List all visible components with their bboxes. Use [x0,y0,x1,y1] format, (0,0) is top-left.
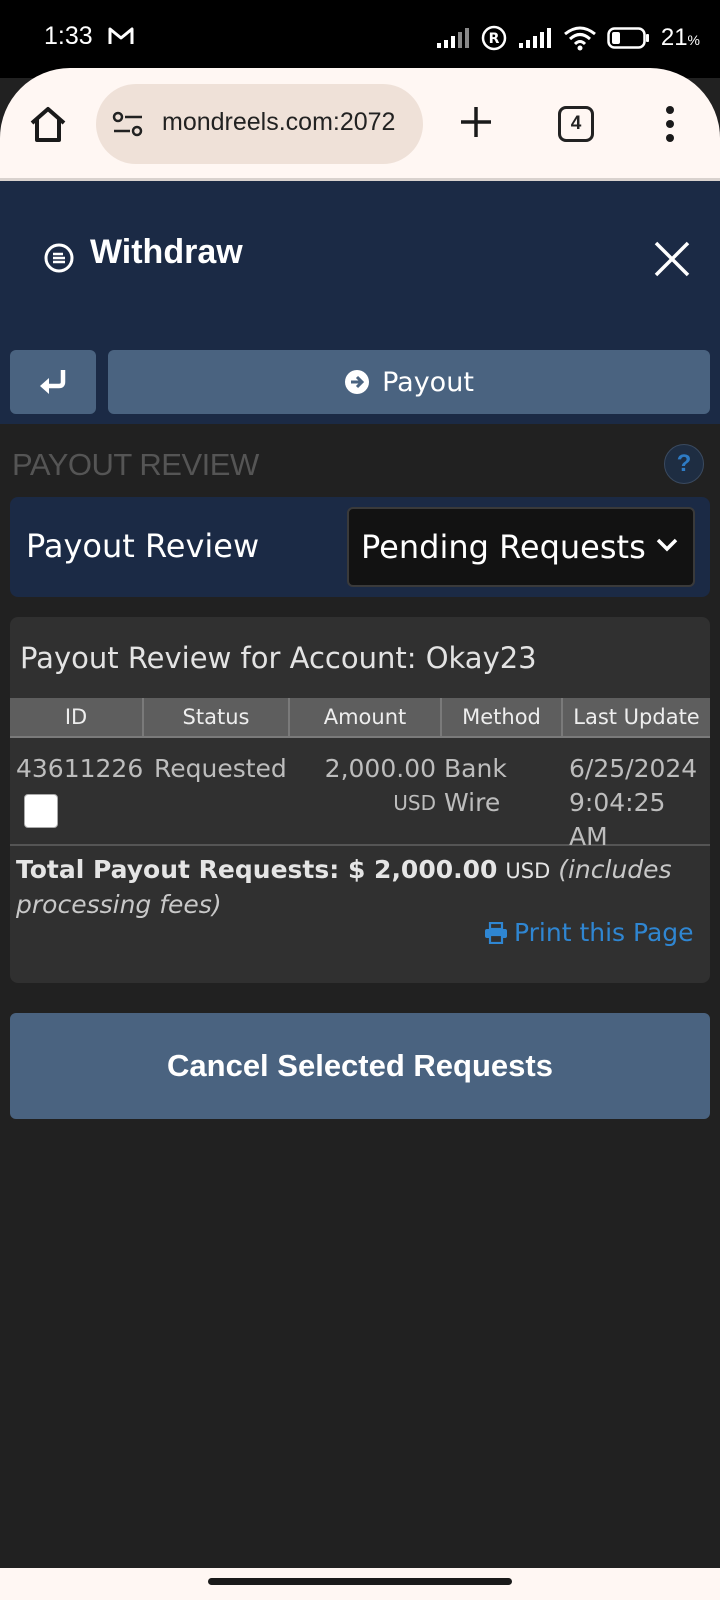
status-time: 1:33 [44,22,93,50]
request-id: 43611226 [16,754,144,783]
review-filter-bar: Payout Review Pending Requests [10,497,710,597]
cancel-selected-requests-button[interactable]: Cancel Selected Requests [10,1013,710,1119]
row-amount-cell: 2,000.00 USD [290,740,442,844]
row-amount: 2,000.00 [324,754,436,783]
column-header-id[interactable]: ID [10,698,144,736]
home-icon[interactable] [28,104,68,144]
column-header-status[interactable]: Status [144,698,290,736]
svg-text:R: R [488,31,499,47]
status-filter-value: Pending Requests [361,528,646,566]
payout-button-label: Payout [382,366,474,398]
total-summary: Total Payout Requests: $ 2,000.00 USD (i… [16,853,676,922]
more-menu-icon[interactable] [660,104,680,144]
document-icon [44,243,74,273]
tab-switcher-button[interactable]: 4 [558,106,594,142]
row-date: 6/25/2024 [569,754,698,783]
return-arrow-icon [40,370,66,394]
section-title: PAYOUT REVIEW [12,447,259,482]
table-header: ID Status Amount Method Last Update [10,698,710,738]
arrow-circle-right-icon [345,370,370,394]
back-button[interactable] [10,350,96,414]
gesture-handle[interactable] [208,1578,512,1585]
total-label: Total Payout Requests: $ 2,000.00 [16,855,498,884]
print-page-link[interactable]: Print this Page [484,918,694,947]
status-indicators: R 21% [435,24,700,52]
battery-icon [607,27,649,49]
panel-title: Payout Review for Account: Okay23 [20,641,537,675]
review-label: Payout Review [26,527,260,565]
battery-percent: 21% [660,24,700,51]
row-currency: USD [393,791,436,815]
row-method-cell: Bank Wire [442,740,563,844]
site-settings-icon[interactable] [112,111,144,137]
modal-title: Withdraw [90,233,243,271]
column-header-method[interactable]: Method [442,698,563,736]
row-id-cell: 43611226 [10,740,144,844]
row-status: Requested [154,754,287,783]
gmail-icon [108,27,134,44]
close-icon[interactable] [652,239,692,279]
total-currency: USD [505,859,551,883]
chevron-down-icon [656,538,678,552]
new-tab-icon[interactable] [458,104,494,140]
payout-review-panel: Payout Review for Account: Okay23 ID Sta… [10,617,710,983]
help-button[interactable]: ? [664,444,704,484]
print-icon [485,921,507,944]
modal-header: Withdraw [0,181,720,336]
status-filter-select[interactable]: Pending Requests [347,507,695,587]
row-last-update-cell: 6/25/2024 9:04:25 AM [563,740,710,851]
action-row: Payout [0,336,720,424]
column-header-last-update[interactable]: Last Update [563,698,710,736]
system-nav-bar [0,1568,720,1600]
row-checkbox[interactable] [24,794,58,828]
print-page-label: Print this Page [514,918,694,947]
row-method-line1: Bank [444,754,507,783]
payout-button[interactable]: Payout [108,350,710,414]
signal-icon-2 [518,28,551,48]
status-bar: 1:33 R 21% [0,0,720,78]
wifi-icon [563,26,596,51]
table-row: 43611226 Requested 2,000.00 USD Bank Wir… [10,740,710,851]
row-time: 9:04:25 AM [569,788,666,851]
url-text: mondreels.com:2072 [162,108,396,136]
address-bar[interactable]: mondreels.com:2072 [96,84,423,164]
browser-toolbar: mondreels.com:2072 4 [0,68,720,180]
row-method-line2: Wire [444,788,501,817]
signal-icon [436,28,469,48]
registered-icon: R [481,25,507,51]
column-header-amount[interactable]: Amount [290,698,442,736]
